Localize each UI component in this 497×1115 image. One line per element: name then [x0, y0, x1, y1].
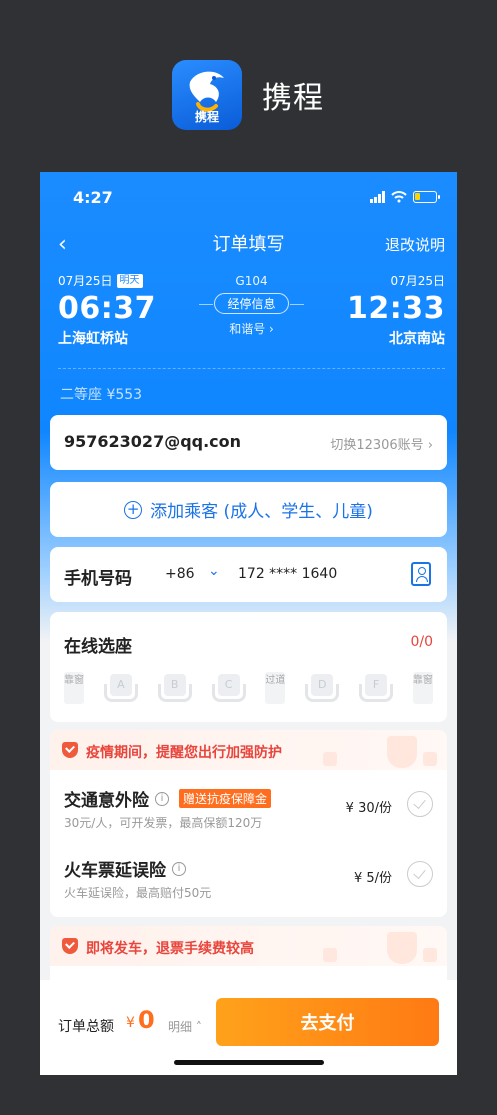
- trip-summary: G104 经停信息 和谐号 › 07月25日 明天 06:37 上海虹桥站 07…: [58, 272, 445, 352]
- contact-book-icon[interactable]: [411, 562, 431, 586]
- seat-class-price: 二等座 ¥553: [60, 387, 143, 403]
- insurance-row-accident[interactable]: 交通意外险 i 赠送抗疫保障金 30元/人，可开发票，最高保额120万 ¥ 30…: [50, 770, 447, 840]
- seat-f[interactable]: F: [359, 672, 394, 704]
- tomorrow-badge: 明天: [116, 273, 143, 288]
- heart-shield-icon: [62, 938, 78, 954]
- insurance-desc: 火车延误险，最高赔付50元: [64, 886, 212, 900]
- checkout-bar: 订单总额 ¥ 0 明细 ˄ 去支付: [40, 980, 457, 1075]
- check-circle-icon[interactable]: [407, 791, 433, 817]
- plus-circle-icon: +: [124, 500, 143, 519]
- arrival: 07月25日 12:33 北京南站: [347, 272, 445, 348]
- departure: 07月25日 明天 06:37 上海虹桥站: [58, 272, 156, 348]
- insurance-desc: 30元/人，可开发票，最高保额120万: [64, 816, 263, 830]
- shield-icon: [62, 742, 78, 758]
- aisle-label: 过道: [265, 672, 286, 704]
- seat-selection-card: 在线选座 0/0 靠窗 A B C 过道 D F 靠窗: [50, 612, 447, 722]
- order-total-amount: 0: [138, 1006, 155, 1034]
- switch-account-link[interactable]: 切换12306账号 ›: [330, 434, 433, 453]
- seat-c[interactable]: C: [211, 672, 246, 704]
- home-indicator: [174, 1060, 324, 1065]
- insurance-name: 火车票延误险: [64, 861, 166, 881]
- insurance-price: ¥ 30/份: [345, 801, 392, 816]
- app-header: 携程 携程: [172, 60, 324, 130]
- arrive-time: 12:33: [347, 291, 445, 326]
- refund-warning-text: 即将发车，退票手续费较高: [86, 941, 254, 957]
- logo-text: 携程: [194, 110, 219, 124]
- nav-bar: ‹ 订单填写 退改说明: [40, 232, 457, 258]
- phone-number-input[interactable]: 172 **** 1640: [238, 566, 337, 582]
- order-total-label: 订单总额: [58, 1019, 114, 1035]
- info-icon[interactable]: i: [155, 791, 169, 806]
- phone-screen: 4:27 ‹ 订单填写 退改说明 G104 经停信息 和谐号 › 07月25日: [40, 172, 457, 1075]
- depart-station: 上海虹桥站: [58, 331, 128, 347]
- country-code-select[interactable]: +86: [165, 566, 195, 582]
- pay-button[interactable]: 去支付: [216, 998, 439, 1046]
- depart-time: 06:37: [58, 291, 156, 326]
- status-bar: 4:27: [73, 188, 440, 208]
- phone-field-row: 手机号码 +86 ⌄ 172 **** 1640: [50, 547, 447, 602]
- seat-selection-count: 0/0: [410, 634, 433, 650]
- seat-map: 靠窗 A B C 过道 D F 靠窗: [64, 672, 433, 704]
- wifi-icon: [391, 191, 407, 203]
- insurance-card: 疫情期间，提醒您出行加强防护 交通意外险 i 赠送抗疫保障金 30元/人，可开发…: [50, 730, 447, 917]
- info-icon[interactable]: i: [172, 861, 186, 876]
- insurance-row-delay[interactable]: 火车票延误险 i 火车延误险，最高赔付50元 ¥ 5/份: [50, 840, 447, 910]
- add-passenger-button[interactable]: + 添加乘客 (成人、学生、儿童): [50, 482, 447, 537]
- phone-label: 手机号码: [64, 569, 132, 589]
- status-time: 4:27: [73, 188, 113, 207]
- add-passenger-label: 添加乘客 (成人、学生、儿童): [150, 502, 373, 522]
- insurance-name: 交通意外险: [64, 791, 149, 811]
- app-name: 携程: [262, 81, 324, 116]
- system-icons: [370, 191, 440, 203]
- currency-symbol: ¥: [126, 1015, 135, 1031]
- stops-info-button[interactable]: 经停信息: [199, 293, 304, 314]
- check-circle-icon[interactable]: [407, 861, 433, 887]
- seat-a[interactable]: A: [103, 672, 138, 704]
- seat-b[interactable]: B: [157, 672, 192, 704]
- chevron-down-icon[interactable]: ⌄: [208, 563, 220, 579]
- epidemic-banner-text: 疫情期间，提醒您出行加强防护: [86, 745, 282, 761]
- account-card: 957623027@qq.con 切换12306账号 ›: [50, 415, 447, 470]
- price-detail-toggle[interactable]: 明细 ˄: [168, 1018, 202, 1035]
- refund-policy-link[interactable]: 退改说明: [385, 232, 445, 258]
- dashed-divider: [58, 368, 445, 369]
- seat-selection-label: 在线选座: [64, 637, 132, 657]
- arrive-station: 北京南站: [389, 331, 445, 347]
- seat-d[interactable]: D: [305, 672, 340, 704]
- signal-icon: [370, 191, 385, 203]
- arrive-date: 07月25日: [390, 274, 445, 288]
- depart-date: 07月25日: [58, 274, 113, 288]
- account-email: 957623027@qq.con: [64, 432, 242, 451]
- gift-badge: 赠送抗疫保障金: [179, 789, 272, 808]
- ctrip-logo-icon: 携程: [172, 60, 242, 130]
- window-right-label: 靠窗: [412, 672, 433, 704]
- epidemic-banner: 疫情期间，提醒您出行加强防护: [50, 730, 447, 770]
- refund-warning-banner: 即将发车，退票手续费较高: [50, 926, 447, 966]
- insurance-price: ¥ 5/份: [353, 871, 392, 886]
- window-left-label: 靠窗: [64, 672, 84, 704]
- battery-icon: [413, 191, 440, 203]
